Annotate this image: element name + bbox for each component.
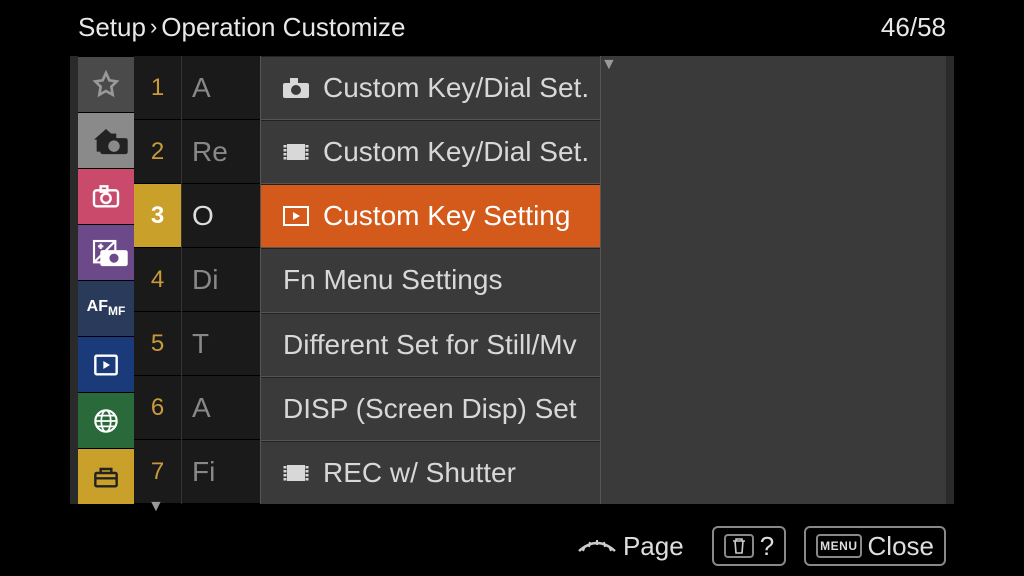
page-hint: Page [577, 531, 684, 562]
nav-more-down-icon: ▼ [600, 56, 946, 504]
playback-icon [279, 205, 313, 227]
help-label: ? [760, 531, 774, 562]
wheel-icon [577, 531, 617, 562]
sub-index-2[interactable]: 2 [134, 120, 181, 184]
sidebar-tab-favorite[interactable] [78, 56, 134, 112]
close-label: Close [868, 531, 934, 562]
menu-item-label: Different Set for Still/Mv [283, 329, 577, 361]
sub-page-index: 1 2 3 4 5 6 7 [134, 56, 182, 504]
sub-index-5[interactable]: 5 [134, 312, 181, 376]
menu-item-label: Custom Key Setting [323, 200, 570, 232]
footer: Page ? MENU Close [78, 522, 946, 570]
sub-label: Di [182, 248, 260, 312]
nav-more-down-icon: ▼ [148, 498, 164, 516]
frame-edge-right [946, 56, 954, 504]
close-button[interactable]: MENU Close [804, 526, 946, 566]
menu-item-label: DISP (Screen Disp) Set [283, 393, 577, 425]
sub-label: O [182, 184, 260, 248]
menu-key-icon: MENU [816, 534, 861, 558]
playback-icon [90, 349, 122, 381]
camera-badge-icon [98, 241, 130, 276]
sub-index-4[interactable]: 4 [134, 248, 181, 312]
sub-label: Fi [182, 440, 260, 504]
sidebar-tab-shooting[interactable] [78, 168, 134, 224]
star-icon [90, 69, 122, 101]
menu-item-label: Fn Menu Settings [283, 264, 502, 296]
sidebar-tab-focus[interactable]: AFMF [78, 280, 134, 336]
sub-index-7[interactable]: 7 [134, 440, 181, 504]
camera-badge-icon [98, 129, 130, 164]
frame-edge-left [70, 56, 78, 504]
page-label: Page [623, 531, 684, 562]
sub-label: A [182, 376, 260, 440]
movie-icon [279, 463, 313, 483]
globe-icon [90, 405, 122, 437]
sidebar-tab-exposure[interactable] [78, 224, 134, 280]
sub-label: T [182, 312, 260, 376]
sub-index-1[interactable]: 1 [134, 56, 181, 120]
toolbox-icon [90, 461, 122, 493]
sidebar-tab-main[interactable] [78, 112, 134, 168]
sidebar-tab-setup[interactable] [78, 448, 134, 504]
breadcrumb-current: Operation Customize [161, 12, 405, 43]
af-mf-icon: AFMF [87, 298, 126, 318]
sidebar-tab-playback[interactable] [78, 336, 134, 392]
chevron-right-icon: › [150, 14, 157, 40]
breadcrumb: Setup › Operation Customize [78, 12, 406, 43]
sub-index-3[interactable]: 3 [134, 184, 181, 248]
still-camera-icon [279, 77, 313, 99]
sub-index-6[interactable]: 6 [134, 376, 181, 440]
movie-icon [279, 142, 313, 162]
menu-item-label: REC w/ Shutter [323, 457, 516, 489]
sidebar: AFMF [78, 56, 134, 504]
sub-page-labels: A Re O Di T A Fi [182, 56, 260, 504]
breadcrumb-root: Setup [78, 12, 146, 43]
header: Setup › Operation Customize 46/58 [78, 8, 946, 46]
sub-label: A [182, 56, 260, 120]
sub-label: Re [182, 120, 260, 184]
camera-icon [90, 181, 122, 213]
menu-item-label: Custom Key/Dial Set. [323, 136, 589, 168]
trash-icon [724, 534, 754, 558]
menu-item-label: Custom Key/Dial Set. [323, 72, 589, 104]
sidebar-tab-network[interactable] [78, 392, 134, 448]
page-counter: 46/58 [881, 12, 946, 43]
help-button[interactable]: ? [712, 526, 786, 566]
